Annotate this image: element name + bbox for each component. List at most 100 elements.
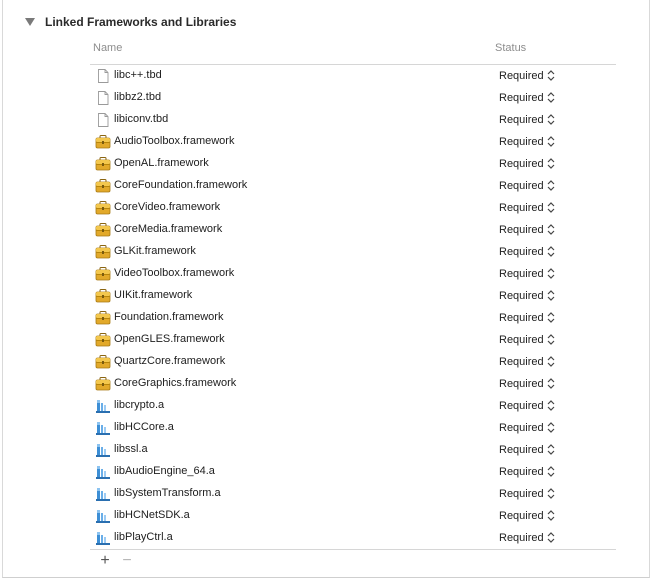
status-value: Required bbox=[499, 377, 544, 390]
row-name: Foundation.framework bbox=[114, 311, 224, 323]
column-header-name[interactable]: Name bbox=[93, 42, 122, 58]
static-library-icon bbox=[95, 420, 111, 436]
row-name: libHCCore.a bbox=[114, 421, 174, 433]
row-name: AudioToolbox.framework bbox=[114, 135, 235, 147]
table-row[interactable]: OpenAL.framework Required bbox=[90, 153, 616, 175]
framework-icon bbox=[95, 222, 111, 238]
table-row[interactable]: GLKit.framework Required bbox=[90, 241, 616, 263]
table-row[interactable]: VideoToolbox.framework Required bbox=[90, 263, 616, 285]
row-name: GLKit.framework bbox=[114, 245, 196, 257]
table-row[interactable]: CoreFoundation.framework Required bbox=[90, 175, 616, 197]
status-value: Required bbox=[499, 443, 544, 456]
up-down-arrows-icon bbox=[547, 201, 555, 214]
row-name: libbz2.tbd bbox=[114, 91, 162, 103]
row-name: UIKit.framework bbox=[114, 289, 193, 301]
status-value: Required bbox=[499, 355, 544, 368]
status-popup[interactable]: Required bbox=[499, 289, 555, 302]
build-phases-panel: Linked Frameworks and Libraries Name Sta… bbox=[2, 0, 650, 578]
row-name: libHCNetSDK.a bbox=[114, 509, 190, 521]
column-header-status[interactable]: Status bbox=[495, 42, 526, 58]
framework-icon bbox=[95, 134, 111, 150]
status-popup[interactable]: Required bbox=[499, 135, 555, 148]
status-value: Required bbox=[499, 91, 544, 104]
status-popup[interactable]: Required bbox=[499, 531, 555, 544]
status-popup[interactable]: Required bbox=[499, 179, 555, 192]
row-name: QuartzCore.framework bbox=[114, 355, 226, 367]
status-popup[interactable]: Required bbox=[499, 267, 555, 280]
up-down-arrows-icon bbox=[547, 377, 555, 390]
status-popup[interactable]: Required bbox=[499, 157, 555, 170]
status-popup[interactable]: Required bbox=[499, 113, 555, 126]
document-icon bbox=[95, 90, 111, 106]
bottom-toolbar: + − bbox=[97, 553, 141, 569]
status-value: Required bbox=[499, 135, 544, 148]
section-header[interactable]: Linked Frameworks and Libraries bbox=[25, 12, 236, 32]
status-popup[interactable]: Required bbox=[499, 509, 555, 522]
status-popup[interactable]: Required bbox=[499, 311, 555, 324]
up-down-arrows-icon bbox=[547, 531, 555, 544]
up-down-arrows-icon bbox=[547, 289, 555, 302]
framework-icon bbox=[95, 310, 111, 326]
table-row[interactable]: libPlayCtrl.a Required bbox=[90, 527, 616, 549]
table-row[interactable]: AudioToolbox.framework Required bbox=[90, 131, 616, 153]
table-row[interactable]: libHCNetSDK.a Required bbox=[90, 505, 616, 527]
status-value: Required bbox=[499, 223, 544, 236]
status-popup[interactable]: Required bbox=[499, 421, 555, 434]
status-popup[interactable]: Required bbox=[499, 333, 555, 346]
status-popup[interactable]: Required bbox=[499, 69, 555, 82]
status-popup[interactable]: Required bbox=[499, 355, 555, 368]
status-popup[interactable]: Required bbox=[499, 223, 555, 236]
table-row[interactable]: libHCCore.a Required bbox=[90, 417, 616, 439]
table-row[interactable]: QuartzCore.framework Required bbox=[90, 351, 616, 373]
status-value: Required bbox=[499, 399, 544, 412]
status-popup[interactable]: Required bbox=[499, 91, 555, 104]
up-down-arrows-icon bbox=[547, 91, 555, 104]
status-value: Required bbox=[499, 333, 544, 346]
status-popup[interactable]: Required bbox=[499, 399, 555, 412]
status-popup[interactable]: Required bbox=[499, 245, 555, 258]
table-row[interactable]: CoreVideo.framework Required bbox=[90, 197, 616, 219]
row-name: libAudioEngine_64.a bbox=[114, 465, 215, 477]
row-name: CoreGraphics.framework bbox=[114, 377, 237, 389]
disclosure-triangle-icon[interactable] bbox=[25, 18, 35, 26]
status-popup[interactable]: Required bbox=[499, 443, 555, 456]
static-library-icon bbox=[95, 398, 111, 414]
up-down-arrows-icon bbox=[547, 399, 555, 412]
status-value: Required bbox=[499, 113, 544, 126]
status-value: Required bbox=[499, 69, 544, 82]
table-row[interactable]: CoreMedia.framework Required bbox=[90, 219, 616, 241]
framework-icon bbox=[95, 200, 111, 216]
row-name: libc++.tbd bbox=[114, 69, 162, 81]
table-row[interactable]: libbz2.tbd Required bbox=[90, 87, 616, 109]
table-row[interactable]: libiconv.tbd Required bbox=[90, 109, 616, 131]
table-row[interactable]: libSystemTransform.a Required bbox=[90, 483, 616, 505]
table-row[interactable]: libcrypto.a Required bbox=[90, 395, 616, 417]
status-popup[interactable]: Required bbox=[499, 487, 555, 500]
framework-icon bbox=[95, 266, 111, 282]
status-popup[interactable]: Required bbox=[499, 201, 555, 214]
status-value: Required bbox=[499, 267, 544, 280]
row-name: libPlayCtrl.a bbox=[114, 531, 173, 543]
up-down-arrows-icon bbox=[547, 245, 555, 258]
up-down-arrows-icon bbox=[547, 443, 555, 456]
framework-icon bbox=[95, 288, 111, 304]
table-row[interactable]: libAudioEngine_64.a Required bbox=[90, 461, 616, 483]
status-popup[interactable]: Required bbox=[499, 377, 555, 390]
table-row[interactable]: libc++.tbd Required bbox=[90, 65, 616, 87]
table-row[interactable]: CoreGraphics.framework Required bbox=[90, 373, 616, 395]
status-value: Required bbox=[499, 509, 544, 522]
row-name: CoreMedia.framework bbox=[114, 223, 223, 235]
table-row[interactable]: Foundation.framework Required bbox=[90, 307, 616, 329]
up-down-arrows-icon bbox=[547, 69, 555, 82]
table-row[interactable]: libssl.a Required bbox=[90, 439, 616, 461]
table-row[interactable]: OpenGLES.framework Required bbox=[90, 329, 616, 351]
status-value: Required bbox=[499, 179, 544, 192]
status-popup[interactable]: Required bbox=[499, 465, 555, 478]
remove-button[interactable]: − bbox=[119, 553, 135, 569]
up-down-arrows-icon bbox=[547, 465, 555, 478]
static-library-icon bbox=[95, 486, 111, 502]
add-button[interactable]: + bbox=[97, 553, 113, 569]
row-name: VideoToolbox.framework bbox=[114, 267, 235, 279]
up-down-arrows-icon bbox=[547, 223, 555, 236]
table-row[interactable]: UIKit.framework Required bbox=[90, 285, 616, 307]
